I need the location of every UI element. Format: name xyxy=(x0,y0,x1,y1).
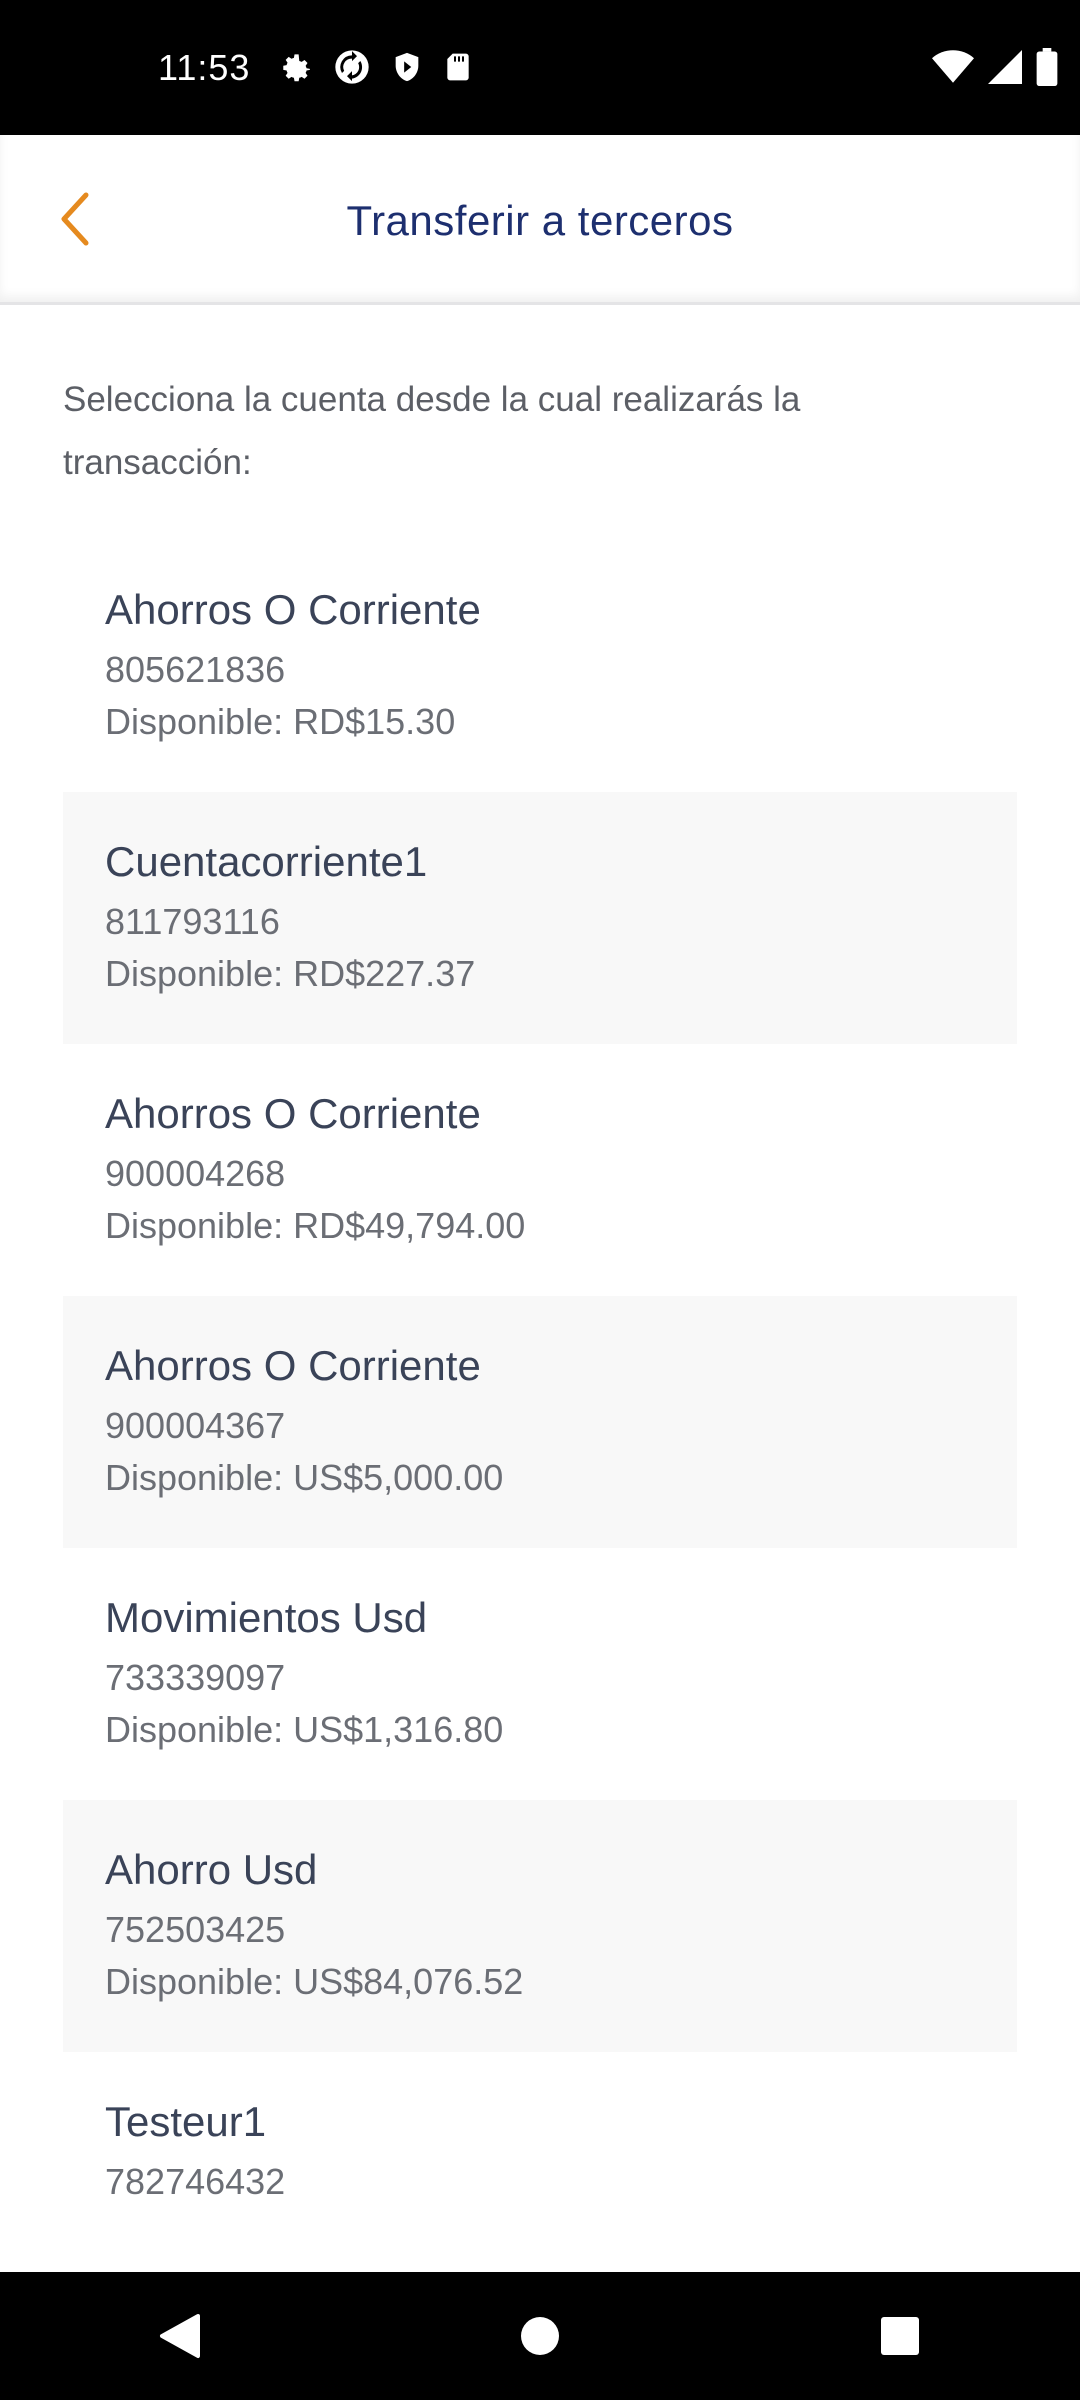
account-balance: Disponible: RD$49,794.00 xyxy=(105,1205,526,1246)
nav-back-button[interactable] xyxy=(135,2291,225,2381)
account-item[interactable]: Movimientos Usd 733339097 Disponible: US… xyxy=(63,1548,1017,1800)
account-number: 752503425 xyxy=(105,1909,286,1950)
app-header: Transferir a terceros xyxy=(0,135,1080,305)
account-item[interactable]: Ahorros O Corriente 805621836 Disponible… xyxy=(63,540,1017,792)
account-item[interactable]: Ahorro Usd 752503425 Disponible: US$84,0… xyxy=(63,1800,1017,2052)
status-icons-right xyxy=(932,45,1058,89)
account-number: 782746432 xyxy=(105,2161,286,2202)
status-icons-left xyxy=(276,45,474,89)
page-title: Transferir a terceros xyxy=(346,197,734,244)
account-balance: Disponible: US$84,076.52 xyxy=(105,1961,524,2002)
account-list: Ahorros O Corriente 805621836 Disponible… xyxy=(63,540,1017,2304)
account-number: 811793116 xyxy=(105,901,280,942)
battery-icon xyxy=(1036,48,1058,86)
account-number: 900004367 xyxy=(105,1405,286,1446)
account-balance: Disponible: US$1,316.80 xyxy=(105,1709,504,1750)
account-name: Ahorros O Corriente xyxy=(105,586,481,633)
account-name: Ahorros O Corriente xyxy=(105,1342,481,1389)
shield-icon xyxy=(395,52,419,82)
settings-icon xyxy=(283,54,310,82)
account-item[interactable]: Ahorros O Corriente 900004268 Disponible… xyxy=(63,1044,1017,1296)
status-bar: 11:53 xyxy=(0,0,1080,135)
signal-icon xyxy=(988,50,1022,84)
nav-home-button[interactable] xyxy=(495,2291,585,2381)
account-name: Testeur1 xyxy=(105,2098,267,2145)
recents-square-icon xyxy=(881,2317,919,2355)
account-name: Ahorros O Corriente xyxy=(105,1090,481,1137)
account-number: 733339097 xyxy=(105,1657,286,1698)
account-balance: Disponible: RD$227.37 xyxy=(105,953,476,994)
account-name: Cuentacorriente1 xyxy=(105,838,428,885)
instruction-text: Selecciona la cuenta desde la cual reali… xyxy=(63,380,801,482)
nav-recents-button[interactable] xyxy=(855,2291,945,2381)
account-number: 900004268 xyxy=(105,1153,286,1194)
account-name: Ahorro Usd xyxy=(105,1846,318,1893)
status-time: 11:53 xyxy=(158,47,251,88)
account-balance: Disponible: US$5,000.00 xyxy=(105,1457,504,1498)
account-number: 805621836 xyxy=(105,649,286,690)
account-item[interactable]: Testeur1 782746432 xyxy=(63,2052,1017,2304)
sync-icon xyxy=(335,50,369,84)
account-name: Movimientos Usd xyxy=(105,1594,428,1641)
account-item[interactable]: Ahorros O Corriente 900004367 Disponible… xyxy=(63,1296,1017,1548)
account-item[interactable]: Cuentacorriente1 811793116 Disponible: R… xyxy=(63,792,1017,1044)
home-circle-icon xyxy=(521,2317,559,2355)
system-nav-bar xyxy=(0,2272,1080,2400)
sd-card-icon xyxy=(447,53,469,81)
account-balance: Disponible: RD$15.30 xyxy=(105,701,456,742)
back-triangle-icon xyxy=(160,2314,200,2358)
wifi-icon xyxy=(932,50,974,83)
